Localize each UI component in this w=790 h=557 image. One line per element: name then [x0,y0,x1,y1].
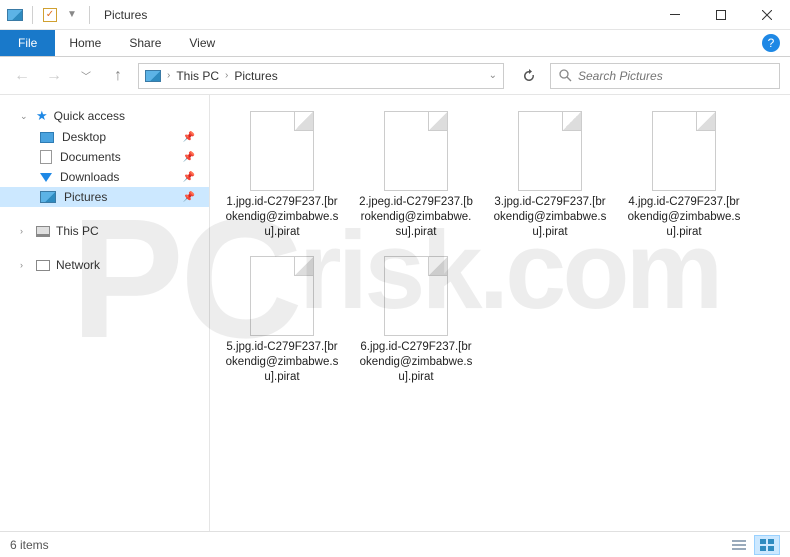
back-button[interactable]: ← [10,64,34,88]
sidebar-item-label: Downloads [60,170,119,184]
main-area: ⌄ ★ Quick access Desktop📌Documents📌Downl… [0,95,790,531]
chevron-right-icon[interactable]: › [225,70,228,81]
search-input[interactable] [578,69,771,83]
location-icon [145,70,161,82]
pin-icon: 📌 [183,192,195,203]
breadcrumb-part[interactable]: Pictures [234,69,277,83]
close-button[interactable] [744,0,790,30]
sidebar: ⌄ ★ Quick access Desktop📌Documents📌Downl… [0,95,210,531]
chevron-down-icon[interactable]: ⌄ [489,70,497,81]
tab-home[interactable]: Home [55,30,115,56]
chevron-right-icon[interactable]: › [167,70,170,81]
maximize-button[interactable] [698,0,744,30]
statusbar: 6 items [0,531,790,557]
qat-dropdown-icon[interactable]: ▼ [63,6,81,24]
file-name: 2.jpeg.id-C279F237.[brokendig@zimbabwe.s… [358,195,474,240]
details-view-button[interactable] [726,535,752,555]
navigation-bar: ← → ﹀ ↑ › This PC › Pictures ⌄ [0,57,790,95]
separator [32,6,33,24]
file-tab[interactable]: File [0,30,55,56]
up-button[interactable]: ↑ [106,64,130,88]
sidebar-item-label: Network [56,258,100,272]
minimize-button[interactable] [652,0,698,30]
pin-icon: 📌 [183,132,195,143]
chevron-right-icon: › [20,226,30,236]
window-controls [652,0,790,30]
sidebar-item-network[interactable]: › Network [0,255,209,275]
file-item[interactable]: 4.jpg.id-C279F237.[brokendig@zimbabwe.su… [624,105,744,246]
separator [89,6,90,24]
file-area[interactable]: 1.jpg.id-C279F237.[brokendig@zimbabwe.su… [210,95,790,531]
ribbon: File Home Share View ? [0,30,790,57]
icons-view-button[interactable] [754,535,780,555]
titlebar: ✓ ▼ Pictures [0,0,790,30]
sidebar-item-this-pc[interactable]: › This PC [0,221,209,241]
file-name: 6.jpg.id-C279F237.[brokendig@zimbabwe.su… [358,340,474,385]
forward-button[interactable]: → [42,64,66,88]
window-title: Pictures [104,8,147,22]
file-item[interactable]: 3.jpg.id-C279F237.[brokendig@zimbabwe.su… [490,105,610,246]
sidebar-item-pictures[interactable]: Pictures 📌 [0,187,209,207]
sidebar-item-documents[interactable]: Documents 📌 [0,147,209,167]
down-icon [40,173,52,182]
file-item[interactable]: 1.jpg.id-C279F237.[brokendig@zimbabwe.su… [222,105,342,246]
sidebar-item-downloads[interactable]: Downloads 📌 [0,167,209,187]
chevron-right-icon: › [20,260,30,270]
tab-view[interactable]: View [175,30,229,56]
file-icon [384,111,448,191]
pin-icon: 📌 [183,172,195,183]
file-name: 3.jpg.id-C279F237.[brokendig@zimbabwe.su… [492,195,608,240]
desktop-icon [40,132,54,143]
chevron-down-icon: ⌄ [20,111,30,122]
search-box[interactable] [550,63,780,89]
view-switcher [726,535,780,555]
sidebar-item-quick-access[interactable]: ⌄ ★ Quick access [0,105,209,127]
sidebar-item-label: Desktop [62,130,106,144]
breadcrumb-part[interactable]: This PC [176,69,219,83]
properties-icon[interactable]: ✓ [41,6,59,24]
tab-share[interactable]: Share [115,30,175,56]
pin-icon: 📌 [183,152,195,163]
quick-access-group: ⌄ ★ Quick access Desktop📌Documents📌Downl… [0,105,209,207]
item-count: 6 items [10,538,49,552]
sidebar-item-desktop[interactable]: Desktop 📌 [0,127,209,147]
file-icon [250,256,314,336]
file-grid: 1.jpg.id-C279F237.[brokendig@zimbabwe.su… [222,105,778,391]
sidebar-item-label: This PC [56,224,99,238]
file-item[interactable]: 6.jpg.id-C279F237.[brokendig@zimbabwe.su… [356,250,476,391]
network-icon [36,260,50,271]
help-icon[interactable]: ? [762,34,780,52]
file-item[interactable]: 5.jpg.id-C279F237.[brokendig@zimbabwe.su… [222,250,342,391]
this-pc-group: › This PC [0,221,209,241]
file-name: 1.jpg.id-C279F237.[brokendig@zimbabwe.su… [224,195,340,240]
file-name: 4.jpg.id-C279F237.[brokendig@zimbabwe.su… [626,195,742,240]
file-name: 5.jpg.id-C279F237.[brokendig@zimbabwe.su… [224,340,340,385]
file-icon [384,256,448,336]
file-icon [518,111,582,191]
network-group: › Network [0,255,209,275]
doc-icon [40,150,52,164]
breadcrumb[interactable]: › This PC › Pictures ⌄ [138,63,504,89]
search-icon [559,69,572,82]
file-icon [652,111,716,191]
refresh-button[interactable] [516,63,542,89]
computer-icon [36,226,50,237]
sidebar-item-label: Pictures [64,190,107,204]
pic-icon [40,191,56,203]
sidebar-item-label: Quick access [54,109,125,123]
quick-access-toolbar: ✓ ▼ Pictures [0,6,147,24]
file-icon [250,111,314,191]
history-dropdown-icon[interactable]: ﹀ [74,64,98,88]
sidebar-item-label: Documents [60,150,121,164]
app-icon [6,6,24,24]
star-icon: ★ [36,108,48,124]
file-item[interactable]: 2.jpeg.id-C279F237.[brokendig@zimbabwe.s… [356,105,476,246]
